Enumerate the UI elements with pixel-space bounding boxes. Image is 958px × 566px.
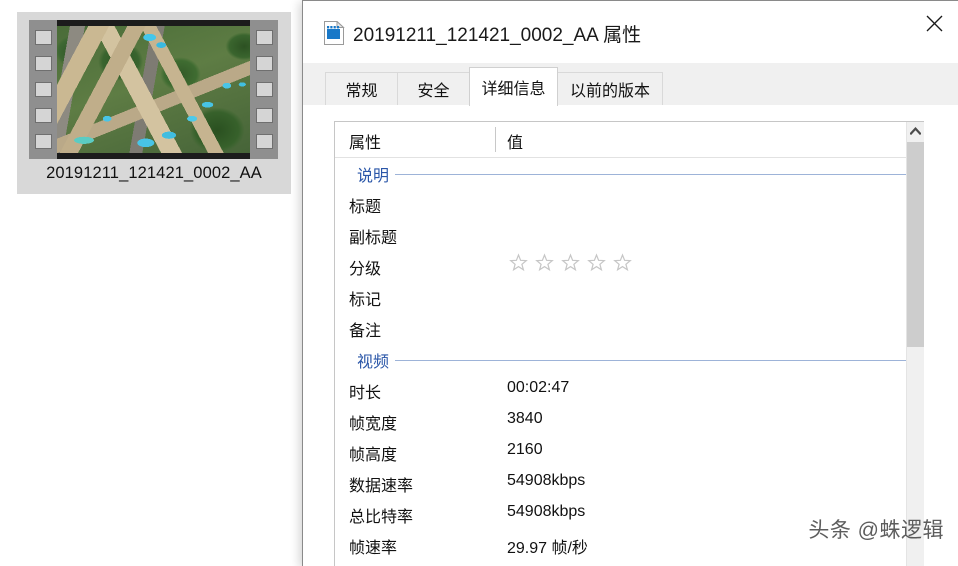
sprocket-hole bbox=[34, 108, 52, 124]
dialog-titlebar[interactable]: 20191211_121421_0002_AA 属性 bbox=[303, 1, 958, 63]
section-header-description: 说明 bbox=[335, 158, 924, 189]
sprocket-hole bbox=[255, 29, 273, 45]
scroll-up-icon[interactable] bbox=[907, 122, 924, 140]
property-value[interactable]: 3840 bbox=[507, 410, 543, 428]
property-row-tags[interactable]: 标记 bbox=[335, 282, 924, 313]
star-icon[interactable] bbox=[613, 253, 632, 272]
section-title: 视频 bbox=[357, 348, 396, 372]
sprocket-hole bbox=[255, 108, 273, 124]
details-tab-panel: 属性 值 说明 标题 副标题 分级 标记 备注 视频 时长 00:02:47 帧… bbox=[303, 105, 958, 566]
property-name: 帧高度 bbox=[349, 447, 398, 464]
property-row-frame-rate[interactable]: 帧速率 29.97 帧/秒 bbox=[335, 530, 924, 561]
section-header-video: 视频 bbox=[335, 344, 924, 375]
property-name: 标题 bbox=[349, 199, 382, 216]
tab-general[interactable]: 常规 bbox=[325, 72, 398, 105]
section-rule bbox=[357, 174, 920, 175]
property-rows: 说明 标题 副标题 分级 标记 备注 视频 时长 00:02:47 帧宽度 38… bbox=[335, 158, 924, 561]
property-name: 标记 bbox=[349, 292, 382, 309]
property-name: 总比特率 bbox=[349, 509, 414, 526]
property-name: 时长 bbox=[349, 385, 382, 402]
property-value[interactable]: 54908kbps bbox=[507, 503, 585, 521]
property-list: 属性 值 说明 标题 副标题 分级 标记 备注 视频 时长 00:02:47 帧… bbox=[334, 121, 924, 566]
sprocket-hole bbox=[34, 81, 52, 97]
property-name: 帧速率 bbox=[349, 540, 398, 557]
tab-security[interactable]: 安全 bbox=[397, 72, 470, 105]
sprocket-hole bbox=[34, 134, 52, 150]
section-title: 说明 bbox=[357, 162, 396, 186]
property-row-frame-height[interactable]: 帧高度 2160 bbox=[335, 437, 924, 468]
property-name: 帧宽度 bbox=[349, 416, 398, 433]
sprocket-hole bbox=[34, 29, 52, 45]
film-sprockets-left bbox=[29, 20, 57, 159]
column-header-value[interactable]: 值 bbox=[507, 129, 523, 153]
star-icon[interactable] bbox=[561, 253, 580, 272]
property-value[interactable]: 54908kbps bbox=[507, 472, 585, 490]
property-row-frame-width[interactable]: 帧宽度 3840 bbox=[335, 406, 924, 437]
close-button[interactable] bbox=[911, 1, 958, 45]
tab-label: 以前的版本 bbox=[569, 83, 650, 100]
star-icon[interactable] bbox=[535, 253, 554, 272]
star-icon[interactable] bbox=[509, 253, 528, 272]
property-value[interactable]: 2160 bbox=[507, 441, 543, 459]
video-thumbnail bbox=[29, 20, 278, 159]
property-name: 数据速率 bbox=[349, 478, 414, 495]
property-row-data-rate[interactable]: 数据速率 54908kbps bbox=[335, 468, 924, 499]
properties-dialog: 20191211_121421_0002_AA 属性 常规 安全 详细信息 以前… bbox=[302, 0, 958, 566]
scrollbar-thumb[interactable] bbox=[907, 142, 924, 347]
tab-details[interactable]: 详细信息 bbox=[469, 67, 558, 106]
tab-label: 详细信息 bbox=[481, 81, 546, 98]
sprocket-hole bbox=[255, 81, 273, 97]
column-header-attribute[interactable]: 属性 bbox=[349, 129, 381, 153]
property-list-header: 属性 值 bbox=[335, 122, 924, 158]
property-row-length[interactable]: 时长 00:02:47 bbox=[335, 375, 924, 406]
explorer-background: 20191211_121421_0002_AA 20191211_121421_… bbox=[0, 0, 958, 566]
tab-label: 常规 bbox=[345, 83, 378, 100]
sprocket-hole bbox=[34, 55, 52, 71]
property-row-total-bitrate[interactable]: 总比特率 54908kbps bbox=[335, 499, 924, 530]
file-item-selected[interactable]: 20191211_121421_0002_AA bbox=[17, 12, 291, 194]
film-sprockets-right bbox=[250, 20, 278, 159]
section-rule bbox=[357, 360, 920, 361]
property-value[interactable]: 29.97 帧/秒 bbox=[507, 534, 588, 558]
aerial-resort-photo bbox=[57, 26, 250, 153]
property-row-comments[interactable]: 备注 bbox=[335, 313, 924, 344]
vertical-scrollbar[interactable] bbox=[906, 122, 924, 566]
thumbnail-frame bbox=[57, 20, 250, 159]
dialog-title: 20191211_121421_0002_AA 属性 bbox=[353, 25, 642, 46]
property-name: 分级 bbox=[349, 261, 382, 278]
property-row-subtitle[interactable]: 副标题 bbox=[335, 220, 924, 251]
file-name-label: 20191211_121421_0002_AA bbox=[46, 164, 262, 182]
property-name: 副标题 bbox=[349, 230, 398, 247]
tab-strip: 常规 安全 详细信息 以前的版本 bbox=[303, 63, 958, 106]
property-value[interactable]: 00:02:47 bbox=[507, 379, 569, 397]
star-rating[interactable] bbox=[509, 253, 632, 272]
tab-previous-versions[interactable]: 以前的版本 bbox=[557, 72, 663, 105]
tab-label: 安全 bbox=[417, 83, 450, 100]
property-row-title[interactable]: 标题 bbox=[335, 189, 924, 220]
star-icon[interactable] bbox=[587, 253, 606, 272]
sprocket-hole bbox=[255, 134, 273, 150]
property-row-rating[interactable]: 分级 bbox=[335, 251, 924, 282]
column-divider[interactable] bbox=[495, 127, 496, 152]
property-name: 备注 bbox=[349, 323, 382, 340]
sprocket-hole bbox=[255, 55, 273, 71]
video-file-icon bbox=[323, 20, 345, 45]
